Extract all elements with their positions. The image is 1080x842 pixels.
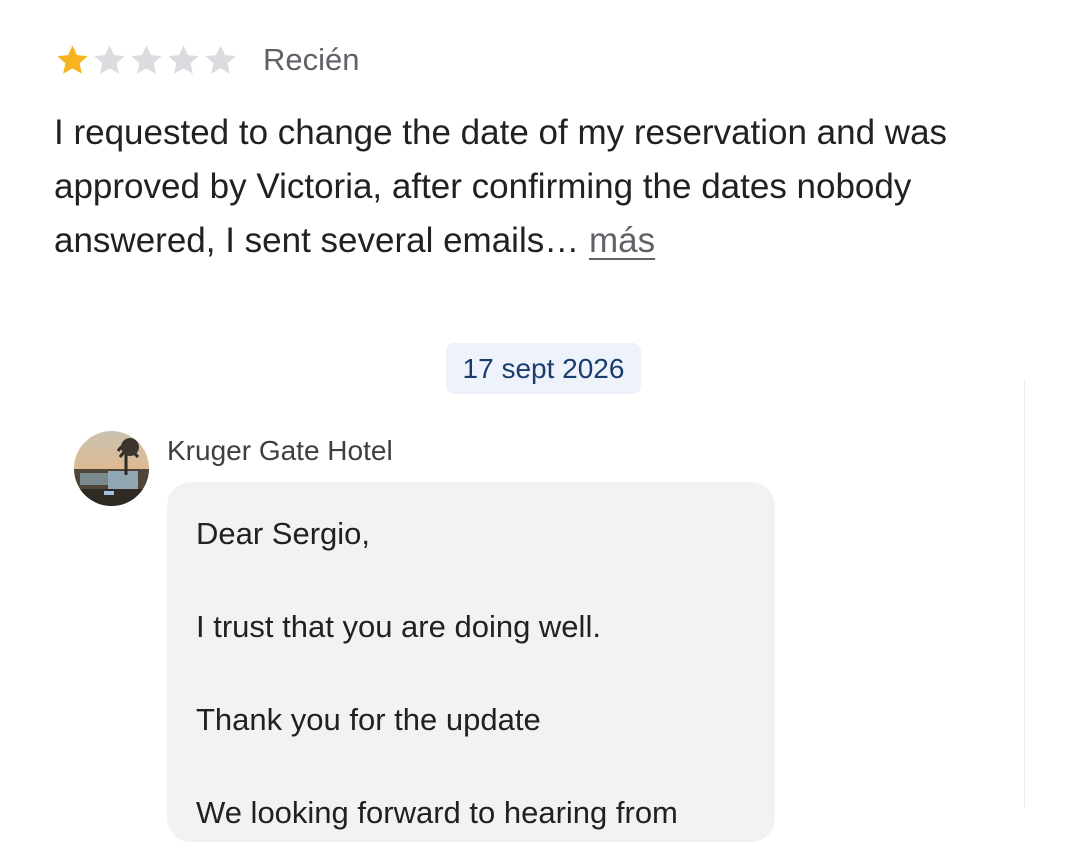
- star-rating: [54, 42, 239, 79]
- star-empty-icon: [202, 42, 239, 79]
- reply-line: We looking forward to hearing from: [196, 795, 678, 830]
- review-time: Recién: [263, 42, 360, 77]
- review-body: I requested to change the date of my res…: [54, 113, 948, 260]
- more-link[interactable]: más: [589, 221, 655, 260]
- star-filled-icon: [54, 42, 91, 79]
- review-header: Recién: [54, 36, 360, 84]
- star-empty-icon: [165, 42, 202, 79]
- star-empty-icon: [128, 42, 165, 79]
- review-text: I requested to change the date of my res…: [54, 106, 1044, 268]
- owner-reply-bubble: Dear Sergio, I trust that you are doing …: [167, 482, 775, 842]
- star-empty-icon: [91, 42, 128, 79]
- date-chip: 17 sept 2026: [446, 343, 641, 394]
- owner-name: Kruger Gate Hotel: [167, 435, 393, 466]
- hotel-photo-icon: [74, 431, 149, 506]
- reply-line: Thank you for the update: [196, 702, 541, 737]
- reply-line: I trust that you are doing well.: [196, 609, 601, 644]
- owner-avatar[interactable]: [74, 431, 149, 506]
- panel-edge: [1024, 380, 1025, 808]
- reply-line: Dear Sergio,: [196, 516, 371, 551]
